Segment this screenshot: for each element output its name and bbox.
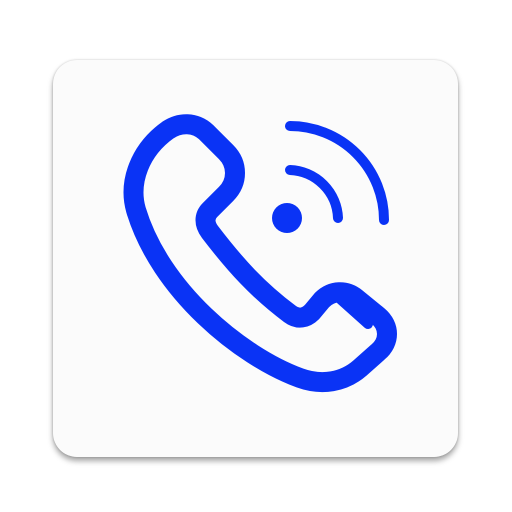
phone-call-ringing-icon [123,114,397,393]
signal-dot-icon [272,203,302,233]
app-icon-canvas [0,0,512,512]
phone-handset-icon [123,114,397,393]
